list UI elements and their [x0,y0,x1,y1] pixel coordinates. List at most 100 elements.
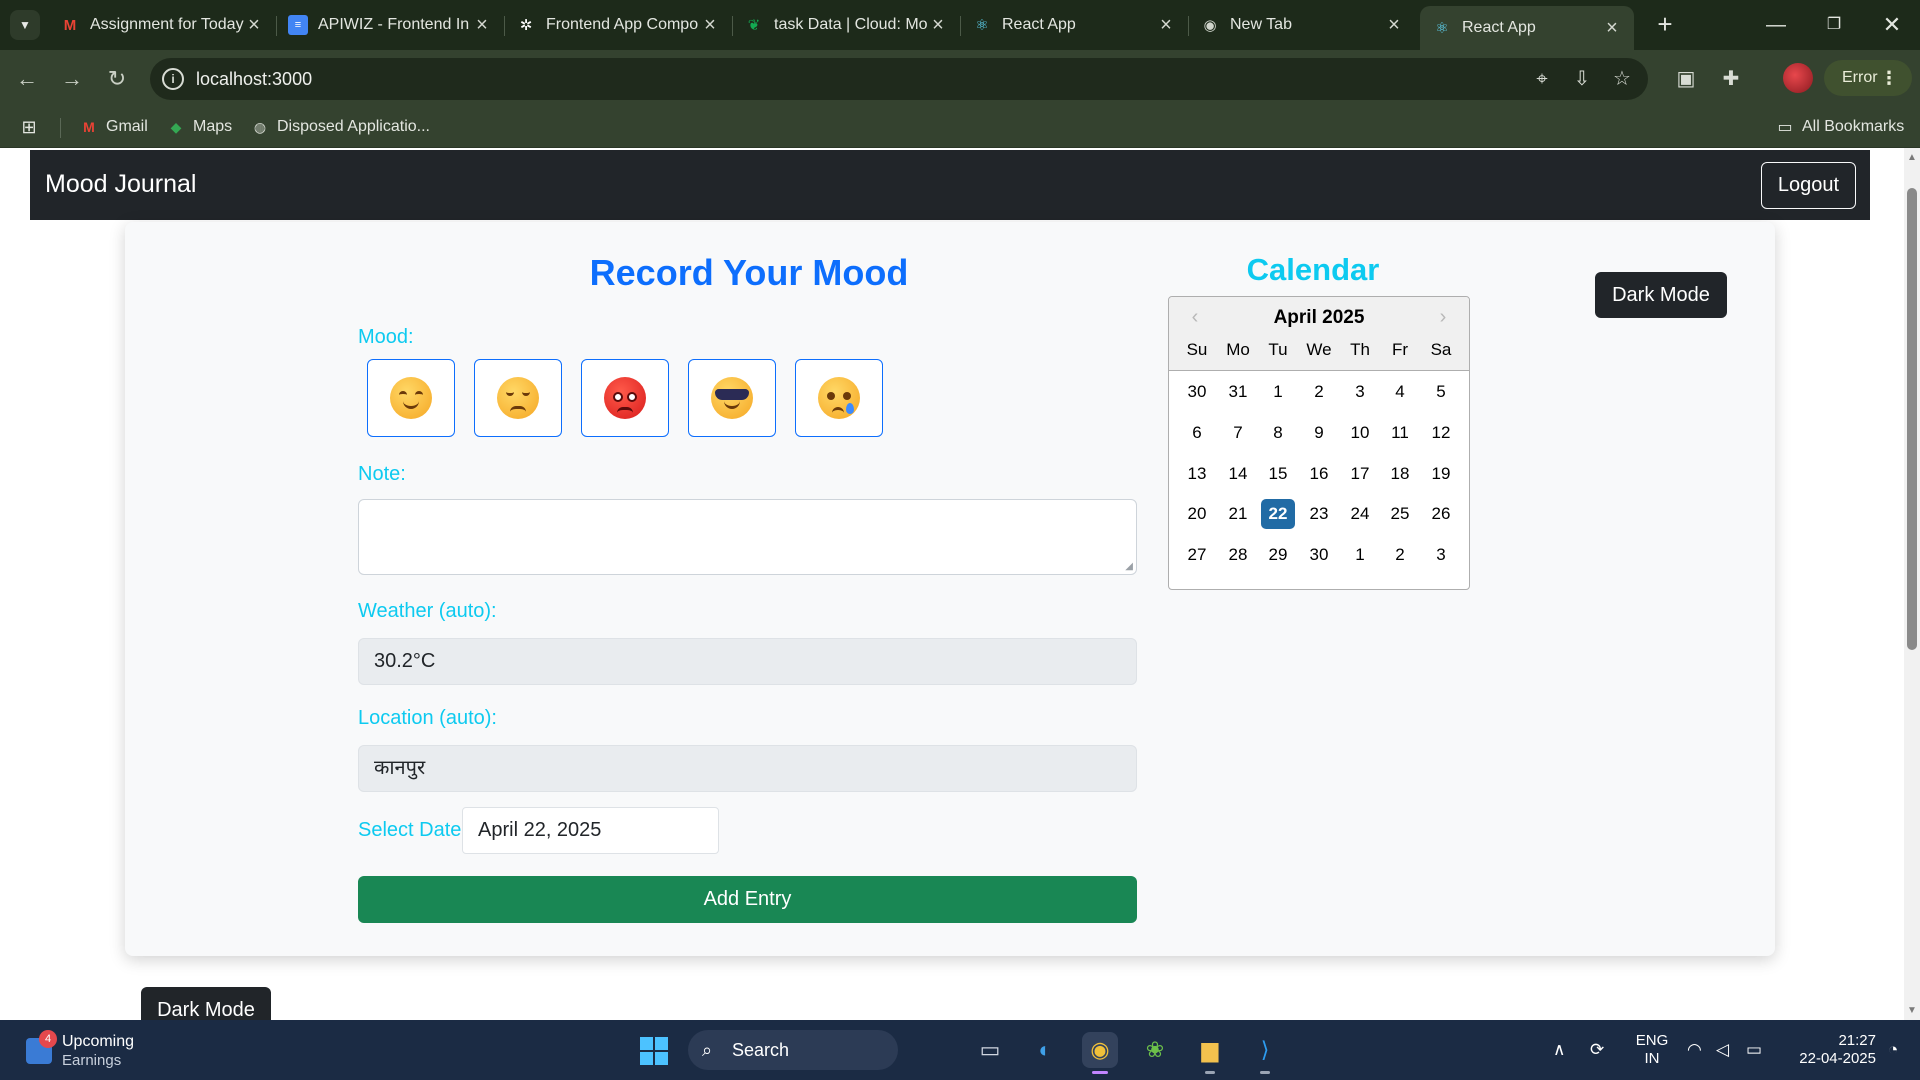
calendar-day[interactable]: 26 [1424,499,1458,529]
close-icon[interactable]: × [244,14,264,37]
bookmark-disposed[interactable]: ◍ Disposed Applicatio... [251,118,430,136]
sync-icon[interactable]: ⟳ [1590,1040,1604,1060]
scroll-down-icon[interactable]: ▼ [1907,1005,1917,1016]
forward-button[interactable]: → [57,64,87,94]
scroll-thumb[interactable] [1907,188,1917,650]
wifi-icon[interactable]: ◠ [1687,1040,1702,1060]
calendar-day[interactable]: 4 [1383,377,1417,407]
calendar-day[interactable]: 18 [1383,459,1417,489]
file-explorer-icon[interactable]: ▆ [1192,1032,1228,1074]
calendar-day[interactable]: 6 [1180,418,1214,448]
restore-button[interactable]: ❐ [1814,8,1854,42]
mood-button-angry[interactable] [581,359,669,437]
calendar-day[interactable]: 14 [1221,459,1255,489]
scroll-up-icon[interactable]: ▲ [1907,152,1917,163]
widgets-button[interactable]: 4 Upcoming Earnings [26,1030,134,1070]
calendar-day[interactable]: 25 [1383,499,1417,529]
calendar-day[interactable]: 27 [1180,540,1214,570]
calendar-day[interactable]: 1 [1261,377,1295,407]
resize-handle-icon[interactable]: ◢ [1125,561,1133,572]
calendar-day[interactable]: 21 [1221,499,1255,529]
profile-error-button[interactable]: Error ⋮ [1824,60,1912,96]
close-icon[interactable]: × [700,14,720,37]
tab-mongodb[interactable]: ❦ task Data | Cloud: Mo × [732,6,961,44]
address-bar[interactable]: i localhost:3000 ⌖ ⇩ ☆ [150,58,1648,100]
mood-button-pensive[interactable] [474,359,562,437]
calendar-day[interactable]: 13 [1180,459,1214,489]
task-view-icon[interactable]: ▭ [972,1032,1008,1068]
bookmark-maps[interactable]: ◆ Maps [167,118,233,136]
install-app-icon[interactable]: ⇩ [1570,67,1594,91]
calendar-day[interactable]: 19 [1424,459,1458,489]
note-textarea[interactable]: ◢ [358,499,1137,575]
profile-avatar[interactable] [1783,63,1813,93]
more-menu-icon[interactable]: ⋮ [1880,60,1898,96]
tab-apiwiz[interactable]: ≡ APIWIZ - Frontend In × [276,6,505,44]
calendar-day[interactable]: 31 [1221,377,1255,407]
calendar-day[interactable]: 24 [1343,499,1377,529]
back-button[interactable]: ← [12,64,42,94]
close-icon[interactable]: × [472,14,492,37]
close-window-button[interactable]: ✕ [1872,8,1912,42]
volume-icon[interactable]: ◁ [1716,1040,1729,1060]
calendar-day[interactable]: 29 [1261,540,1295,570]
calendar-day[interactable]: 7 [1221,418,1255,448]
next-month-icon[interactable]: › [1431,305,1455,329]
calendar-day[interactable]: 22 [1261,499,1295,529]
tray-overflow-icon[interactable]: ∧ [1553,1040,1565,1060]
date-picker-input[interactable]: April 22, 2025 [462,807,719,854]
notifications-icon[interactable]: ◔ [1888,1040,1898,1060]
location-pin-icon[interactable]: ⌖ [1530,67,1554,91]
calendar-day[interactable]: 11 [1383,418,1417,448]
edge-icon[interactable]: ◐ [1027,1032,1063,1068]
calendar-day[interactable]: 8 [1261,418,1295,448]
mood-button-sad[interactable] [795,359,883,437]
calendar-day[interactable]: 28 [1221,540,1255,570]
tab-gmail[interactable]: M Assignment for Today × [48,6,277,44]
reload-button[interactable]: ↻ [102,64,132,94]
calendar-day[interactable]: 23 [1302,499,1336,529]
bookmark-star-icon[interactable]: ☆ [1610,67,1634,91]
tab-react-app[interactable]: ⚛ React App × [960,6,1189,44]
calendar-day[interactable]: 12 [1424,418,1458,448]
calendar-day[interactable]: 1 [1343,540,1377,570]
calendar-day[interactable]: 16 [1302,459,1336,489]
calendar-day[interactable]: 5 [1424,377,1458,407]
windows-start-icon[interactable] [640,1037,668,1065]
close-icon[interactable]: × [1156,14,1176,37]
calendar-day[interactable]: 9 [1302,418,1336,448]
close-icon[interactable]: × [928,14,948,37]
vscode-icon[interactable]: ⟩ [1247,1032,1283,1074]
close-icon[interactable]: × [1384,14,1404,37]
cast-icon[interactable]: ▣ [1671,64,1701,94]
logout-button[interactable]: Logout [1761,162,1856,209]
calendar-day[interactable]: 15 [1261,459,1295,489]
tab-new-tab[interactable]: ◉ New Tab × [1188,6,1416,44]
tab-react-app-active[interactable]: ⚛ React App × [1420,6,1634,50]
calendar-day[interactable]: 20 [1180,499,1214,529]
clock[interactable]: 21:27 22-04-2025 [1780,1032,1876,1068]
close-icon[interactable]: × [1602,17,1622,40]
calendar-day[interactable]: 2 [1302,377,1336,407]
site-info-icon[interactable]: i [162,68,184,90]
calendar-day[interactable]: 10 [1343,418,1377,448]
app-brand[interactable]: Mood Journal [45,170,196,199]
bookmark-gmail[interactable]: M Gmail [80,118,148,136]
dark-mode-button[interactable]: Dark Mode [1595,272,1727,318]
calendar-day[interactable]: 30 [1180,377,1214,407]
dark-mode-floating-button[interactable]: Dark Mode [141,987,271,1020]
tab-frontend-app[interactable]: ✲ Frontend App Compo × [504,6,733,44]
spring-tools-icon[interactable]: ❀ [1137,1032,1173,1068]
chrome-taskbar-icon[interactable]: ◉ [1082,1032,1118,1074]
input-language[interactable]: ENG IN [1632,1032,1672,1068]
all-bookmarks[interactable]: ▭ All Bookmarks [1776,118,1904,136]
battery-icon[interactable]: ▭ [1746,1040,1762,1060]
calendar-day[interactable]: 30 [1302,540,1336,570]
apps-grid-icon[interactable]: ⊞ [20,117,46,137]
calendar-day[interactable]: 2 [1383,540,1417,570]
mood-button-happy[interactable] [367,359,455,437]
extensions-icon[interactable]: ✚ [1716,64,1746,94]
add-entry-button[interactable]: Add Entry [358,876,1137,923]
page-scrollbar[interactable]: ▲ ▼ [1904,148,1920,1020]
mood-button-cool[interactable] [688,359,776,437]
